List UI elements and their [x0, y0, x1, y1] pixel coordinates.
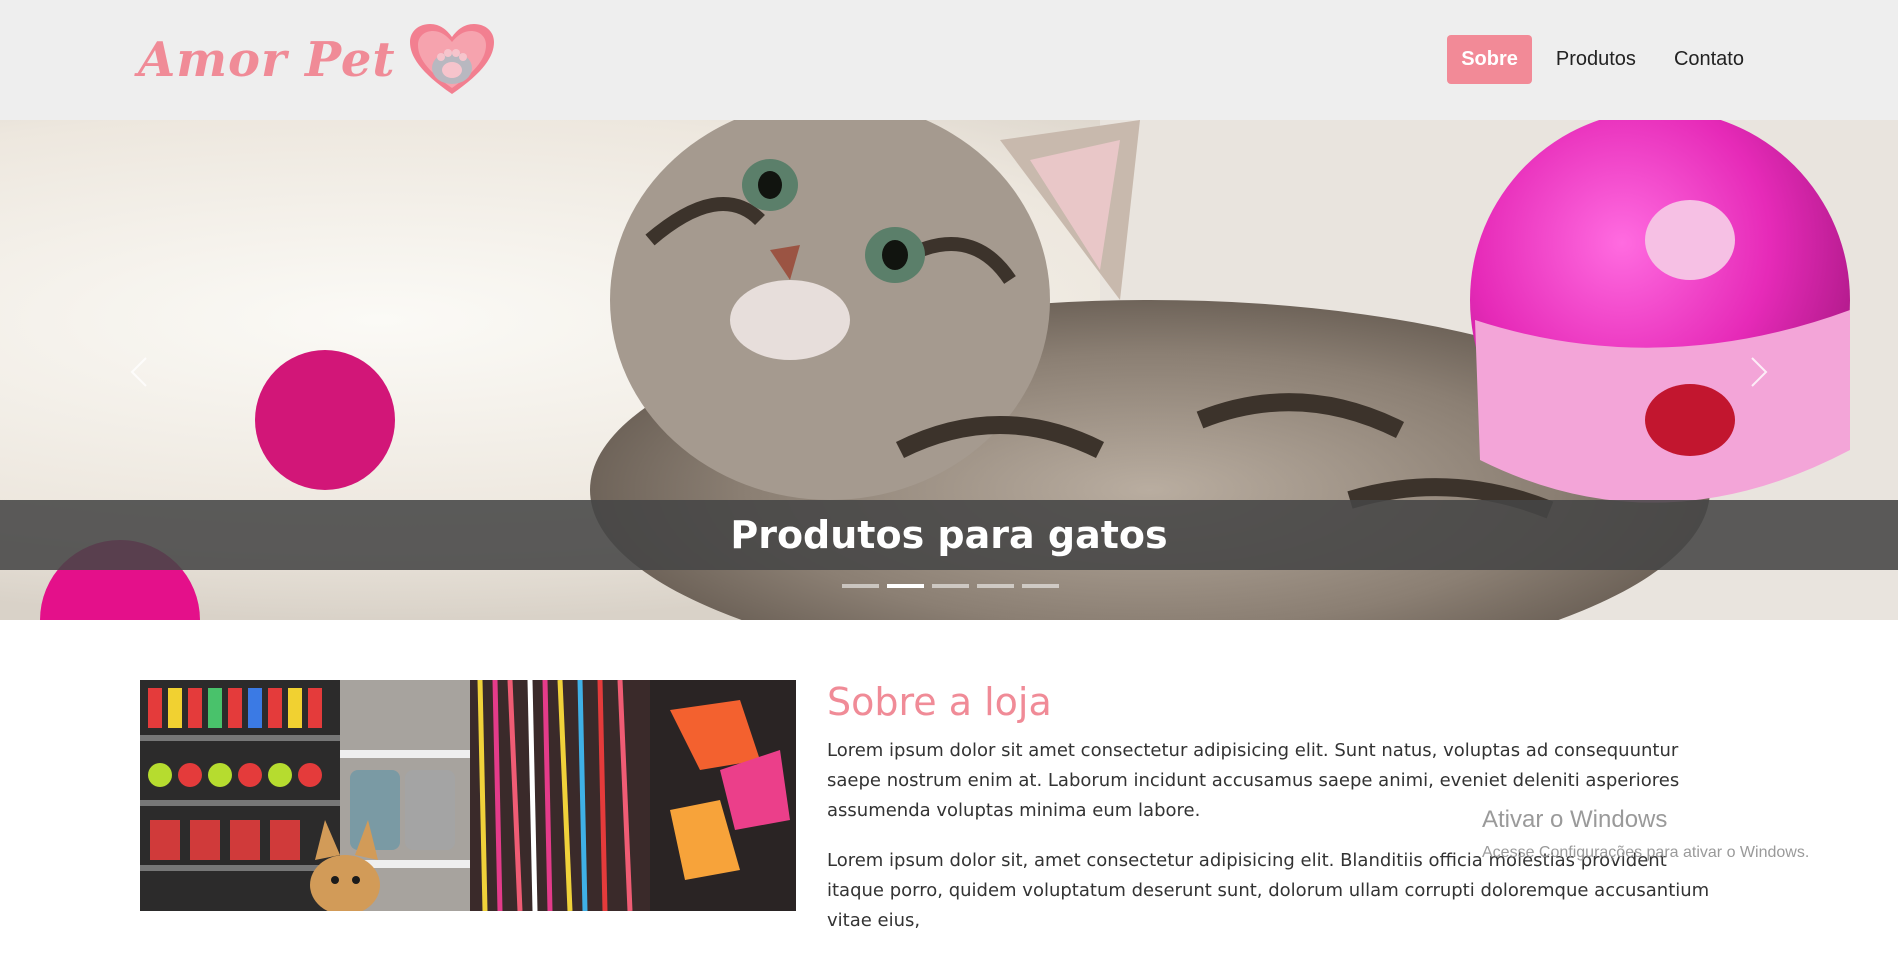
store-photo [140, 680, 796, 911]
carousel-prev-button[interactable] [118, 350, 162, 394]
about-title: Sobre a loja [827, 680, 1052, 724]
carousel-caption: Produtos para gatos [0, 500, 1898, 570]
carousel-indicators [842, 584, 1059, 588]
hero-carousel[interactable]: Produtos para gatos [0, 120, 1898, 620]
carousel-indicator[interactable] [977, 584, 1014, 588]
carousel-indicator-active[interactable] [887, 584, 924, 588]
brand-logo[interactable]: Amor Pet [138, 24, 494, 96]
carousel-indicator[interactable] [1022, 584, 1059, 588]
carousel-indicator[interactable] [932, 584, 969, 588]
about-paragraph: Lorem ipsum dolor sit amet consectetur a… [827, 740, 1680, 821]
about-section: Sobre a loja Lorem ipsum dolor sit amet … [827, 680, 1727, 956]
main-nav: Sobre Produtos Contato [1447, 35, 1758, 84]
chevron-right-icon [1751, 357, 1768, 387]
site-header: Amor Pet Sobre Produtos Contato [0, 0, 1898, 120]
about-paragraph: Lorem ipsum dolor sit, amet consectetur … [827, 850, 1710, 931]
carousel-indicator[interactable] [842, 584, 879, 588]
carousel-next-button[interactable] [1736, 350, 1780, 394]
brand-name: Amor Pet [138, 32, 396, 88]
paw-heart-icon [409, 24, 494, 94]
carousel-caption-title: Produtos para gatos [730, 513, 1168, 557]
nav-link-sobre[interactable]: Sobre [1447, 35, 1532, 84]
chevron-left-icon [130, 357, 147, 387]
nav-link-contato[interactable]: Contato [1660, 35, 1758, 84]
nav-link-produtos[interactable]: Produtos [1542, 35, 1650, 84]
